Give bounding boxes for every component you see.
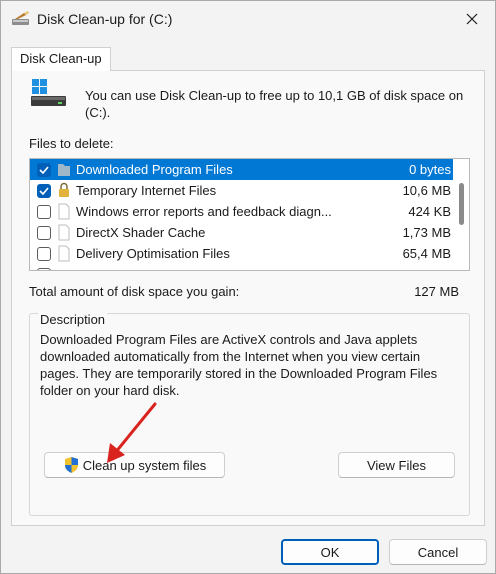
file-name: DirectX Shader Cache — [76, 225, 206, 240]
drive-icon — [31, 79, 66, 106]
file-icon — [58, 245, 70, 262]
list-item[interactable]: DirectX Shader Cache 1,73 MB — [30, 222, 454, 243]
file-name: Temporary Internet Files — [76, 183, 217, 198]
checkbox-downloaded-program-files[interactable] — [37, 162, 51, 177]
file-size: 65,4 MB — [402, 246, 451, 261]
disk-cleanup-app-icon — [12, 11, 29, 25]
file-icon — [58, 203, 70, 220]
folder-icon — [58, 164, 70, 176]
cancel-button[interactable]: Cancel — [389, 539, 487, 565]
title-bar: Disk Clean-up for (C:) — [1, 1, 495, 39]
disk-cleanup-window: Disk Clean-up for (C:) Disk Clean-up You… — [0, 0, 496, 574]
file-name: Delivery Optimisation Files — [76, 246, 230, 261]
checkmark-icon — [39, 165, 49, 174]
description-group: Description Downloaded Program Files are… — [29, 312, 470, 516]
tab-panel: You can use Disk Clean-up to free up to … — [11, 70, 485, 526]
close-icon — [466, 13, 478, 25]
uac-shield-icon — [64, 457, 78, 473]
checkbox-partial[interactable] — [37, 267, 51, 270]
files-list[interactable]: Downloaded Program Files 0 bytes Tempora… — [29, 158, 470, 271]
checkbox-temporary-internet-files[interactable] — [37, 183, 51, 198]
file-name: Downloaded Program Files — [76, 162, 233, 177]
scroll-thumb[interactable] — [459, 183, 464, 225]
description-text: Downloaded Program Files are ActiveX con… — [40, 332, 438, 398]
file-size: 0 bytes — [409, 162, 451, 177]
description-title: Description — [38, 312, 108, 327]
list-item[interactable]: Temporary Internet Files 10,6 MB — [30, 180, 454, 201]
list-item[interactable]: Delivery Optimisation Files 65,4 MB — [30, 243, 454, 264]
close-button[interactable] — [449, 1, 495, 37]
file-size: 1,73 MB — [402, 225, 451, 240]
total-gain-label: Total amount of disk space you gain: — [29, 284, 240, 299]
annotation-arrow-icon — [107, 402, 157, 463]
file-icon — [58, 224, 70, 241]
ok-button[interactable]: OK — [281, 539, 379, 565]
lock-icon — [59, 182, 69, 197]
file-name: Windows error reports and feedback diagn… — [76, 204, 332, 219]
file-size: 10,6 MB — [402, 183, 451, 198]
list-item[interactable]: Windows error reports and feedback diagn… — [30, 201, 454, 222]
info-text: You can use Disk Clean-up to free up to … — [85, 88, 464, 120]
files-to-delete-label: Files to delete: — [29, 136, 114, 151]
tab-disk-cleanup[interactable]: Disk Clean-up — [11, 47, 111, 71]
checkmark-icon — [39, 186, 49, 195]
window-title: Disk Clean-up for (C:) — [37, 11, 173, 27]
list-scrollbar[interactable] — [453, 159, 469, 270]
view-files-button[interactable]: View Files — [338, 452, 455, 478]
file-size: 424 KB — [408, 204, 451, 219]
checkbox-delivery-optimisation-files[interactable] — [37, 246, 51, 261]
list-item-partial[interactable] — [30, 264, 454, 270]
checkbox-directx-shader-cache[interactable] — [37, 225, 51, 240]
list-item[interactable]: Downloaded Program Files 0 bytes — [30, 159, 454, 180]
total-gain-value: 127 MB — [414, 284, 459, 299]
checkbox-windows-error-reports[interactable] — [37, 204, 51, 219]
